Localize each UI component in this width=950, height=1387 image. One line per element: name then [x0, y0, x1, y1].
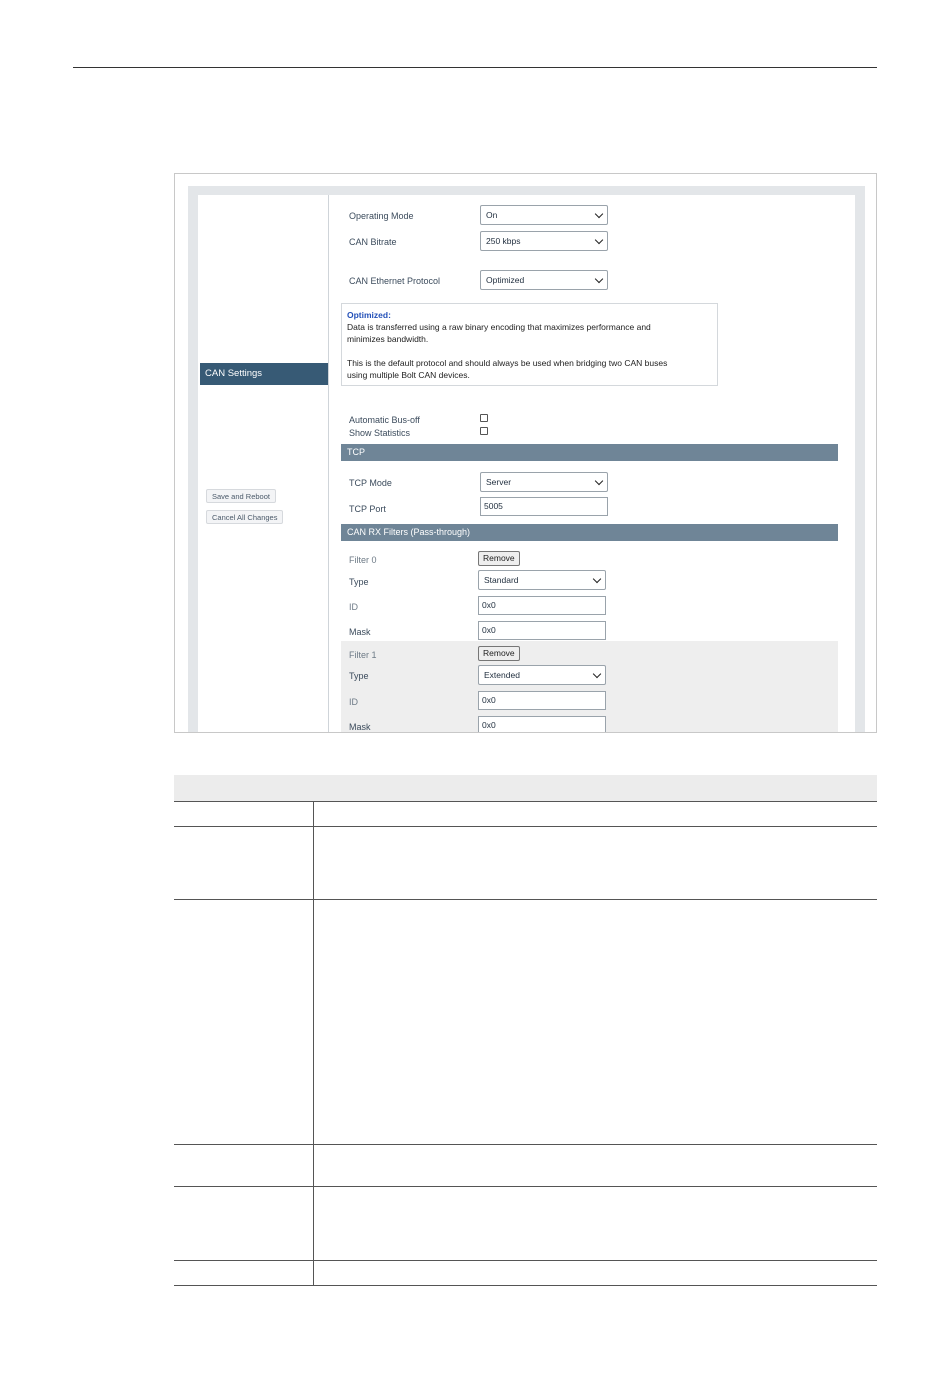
info-title: Optimized: — [347, 310, 391, 320]
chevron-down-icon — [592, 669, 602, 679]
filter-0-type-value: Standard — [484, 575, 519, 585]
filter-0-type-select[interactable]: Standard — [478, 570, 606, 590]
tcp-port-label: TCP Port — [349, 504, 386, 514]
tcp-port-input[interactable]: 5005 — [480, 497, 608, 516]
filter-1-id-label: ID — [349, 697, 358, 707]
can-rx-filters-section-header: CAN RX Filters (Pass-through) — [341, 524, 838, 541]
page-header-rule — [73, 67, 877, 68]
settings-panel: Operating Mode On CAN Bitrate 250 kbps C… — [329, 195, 855, 732]
filter-1-mask-label: Mask — [349, 722, 371, 732]
filter-1-mask-input[interactable]: 0x0 — [478, 716, 606, 732]
operating-mode-select[interactable]: On — [480, 205, 608, 225]
can-protocol-label: CAN Ethernet Protocol — [349, 276, 441, 286]
filter-1-type-select[interactable]: Extended — [478, 665, 606, 685]
chevron-down-icon — [594, 235, 604, 245]
filter-0-mask-label: Mask — [349, 627, 371, 637]
chevron-down-icon — [594, 476, 604, 486]
tcp-section-header: TCP — [341, 444, 838, 461]
table-rule — [174, 826, 877, 827]
operating-mode-value: On — [486, 210, 498, 220]
tcp-mode-select[interactable]: Server — [480, 472, 608, 492]
table-rule — [174, 899, 877, 900]
can-bitrate-value: 250 kbps — [486, 236, 521, 246]
sidebar: CAN Settings Save and Reboot Cancel All … — [198, 195, 329, 732]
config-window: CAN Settings Save and Reboot Cancel All … — [198, 195, 855, 732]
can-bitrate-select[interactable]: 250 kbps — [480, 231, 608, 251]
auto-bus-off-checkbox[interactable] — [480, 414, 488, 422]
show-statistics-checkbox[interactable] — [480, 427, 488, 435]
table-rule — [174, 1285, 877, 1286]
info-line-3: This is the default protocol and should … — [347, 358, 668, 368]
filter-0-mask-input[interactable]: 0x0 — [478, 621, 606, 640]
operating-mode-label: Operating Mode — [349, 211, 414, 221]
filter-1-label: Filter 1 — [349, 650, 377, 660]
chevron-down-icon — [594, 209, 604, 219]
tcp-mode-value: Server — [486, 477, 512, 487]
chevron-down-icon — [592, 574, 602, 584]
filter-0-remove-button[interactable]: Remove — [478, 551, 520, 566]
filter-1-type-value: Extended — [484, 670, 520, 680]
filter-0-type-label: Type — [349, 577, 369, 587]
table-rule — [174, 1260, 877, 1261]
save-and-reboot-button[interactable]: Save and Reboot — [206, 489, 276, 503]
info-line-4: using multiple Bolt CAN devices. — [347, 370, 470, 380]
sidebar-item-can-settings[interactable]: CAN Settings — [200, 363, 328, 385]
table-column-divider — [313, 802, 314, 1285]
table-header — [174, 775, 877, 801]
filter-0-label: Filter 0 — [349, 555, 377, 565]
filter-1-id-input[interactable]: 0x0 — [478, 691, 606, 710]
can-protocol-select[interactable]: Optimized — [480, 270, 608, 290]
protocol-info-box: Optimized: Data is transferred using a r… — [341, 303, 718, 386]
can-protocol-value: Optimized — [486, 275, 525, 285]
info-line-1: Data is transferred using a raw binary e… — [347, 322, 651, 332]
filter-0-id-label: ID — [349, 602, 358, 612]
filter-1-remove-button[interactable]: Remove — [478, 646, 520, 661]
show-statistics-label: Show Statistics — [349, 428, 411, 438]
info-line-2: minimizes bandwidth. — [347, 334, 429, 344]
filter-1-type-label: Type — [349, 671, 369, 681]
config-screenshot: CAN Settings Save and Reboot Cancel All … — [174, 173, 877, 733]
can-bitrate-label: CAN Bitrate — [349, 237, 397, 247]
tcp-mode-label: TCP Mode — [349, 478, 392, 488]
table-rule — [174, 1186, 877, 1187]
auto-bus-off-label: Automatic Bus-off — [349, 415, 420, 425]
cancel-all-changes-button[interactable]: Cancel All Changes — [206, 510, 284, 524]
filter-0-id-input[interactable]: 0x0 — [478, 596, 606, 615]
table-rule — [174, 1144, 877, 1145]
chevron-down-icon — [594, 274, 604, 284]
table-rule — [174, 801, 877, 802]
